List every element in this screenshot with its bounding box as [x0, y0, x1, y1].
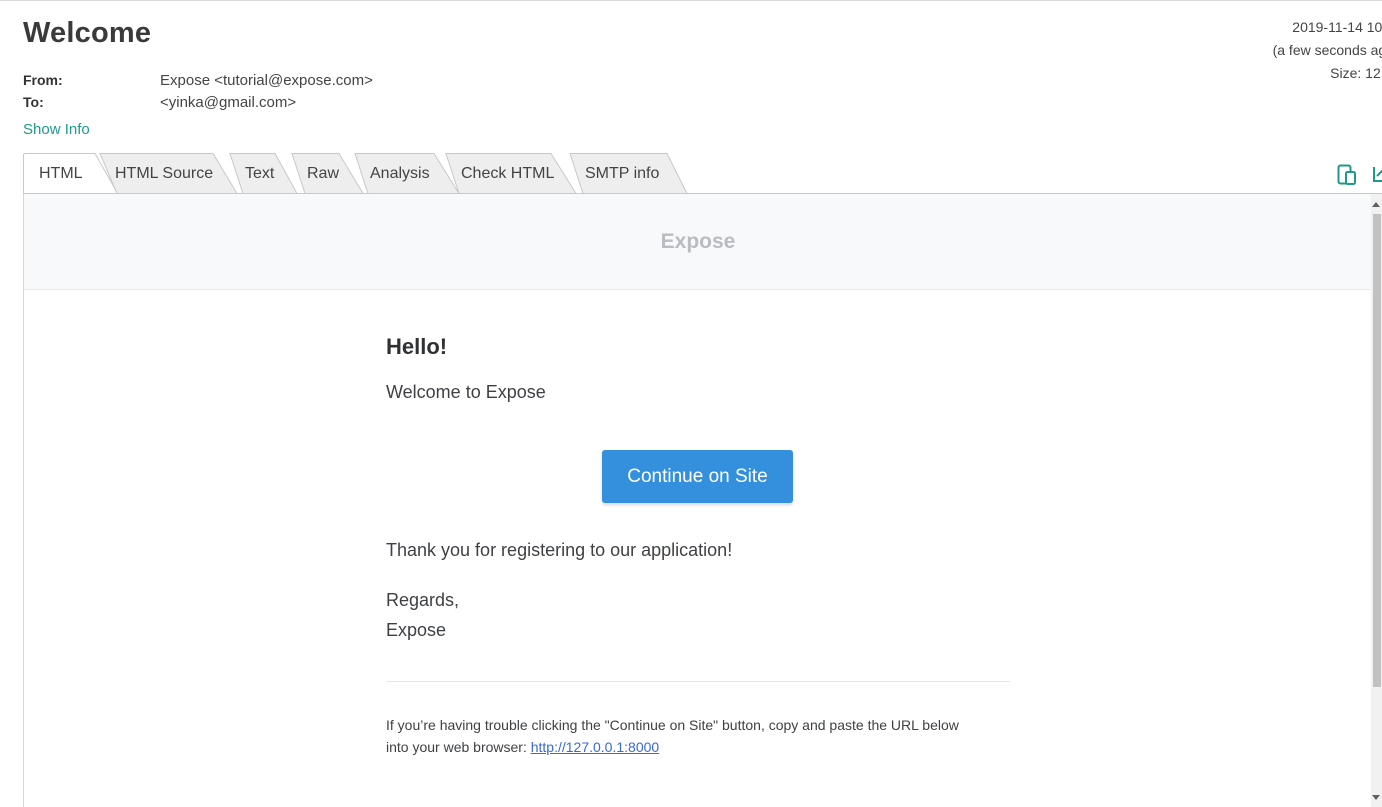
tab-smtp-info-label: SMTP info [585, 164, 660, 182]
email-thanks: Thank you for registering to our applica… [386, 540, 733, 560]
site-url-link[interactable]: http://127.0.0.1:8000 [531, 739, 659, 755]
from-value: Expose <tutorial@expose.com> [160, 72, 373, 89]
view-tabs: HTML HTML Source Text Raw Analysis Check… [23, 153, 1382, 194]
email-brand: Expose [660, 230, 736, 253]
tab-check-html[interactable]: Check HTML [445, 153, 578, 194]
email-subcopy: If you’re having trouble clicking the "C… [386, 714, 1010, 758]
message-meta: 2019-11-14 10:3 (a few seconds ago Size:… [1222, 16, 1382, 85]
top-border [0, 0, 1382, 1]
tab-text[interactable]: Text [229, 153, 299, 194]
email-brand-header: Expose [24, 194, 1372, 290]
from-label: From: [23, 72, 63, 88]
email-intro: Welcome to Expose [386, 382, 546, 402]
to-label: To: [23, 94, 44, 110]
scroll-thumb[interactable] [1373, 214, 1381, 687]
message-relative-time: (a few seconds ago [1272, 42, 1382, 58]
scroll-down-arrow-icon[interactable] [1372, 795, 1380, 800]
preview-scrollbar[interactable] [1371, 194, 1382, 807]
email-signature: Expose [386, 620, 447, 640]
tab-html-source[interactable]: HTML Source [99, 153, 239, 194]
email-greeting: Hello! [386, 334, 448, 359]
tab-text-label: Text [245, 164, 275, 182]
scroll-up-arrow-icon[interactable] [1372, 202, 1380, 207]
message-size: Size: 12 K [1330, 65, 1382, 81]
tab-smtp-info[interactable]: SMTP info [569, 153, 689, 194]
subcopy-line-1: If you’re having trouble clicking the "C… [386, 717, 959, 733]
tab-html-label: HTML [39, 164, 83, 182]
show-info-link[interactable]: Show Info [23, 121, 90, 138]
email-divider [386, 681, 1010, 682]
open-external-icon[interactable] [1373, 164, 1382, 190]
html-preview-pane: Expose Hello! Welcome to Expose Continue… [23, 194, 1382, 807]
tab-check-html-label: Check HTML [461, 164, 555, 182]
subcopy-line-2: into your web browser: [386, 739, 531, 755]
message-date: 2019-11-14 10:3 [1292, 19, 1382, 35]
tab-raw-label: Raw [307, 164, 340, 182]
tab-html-source-label: HTML Source [115, 164, 214, 182]
continue-on-site-button[interactable]: Continue on Site [602, 450, 793, 503]
tab-analysis-label: Analysis [370, 164, 430, 182]
to-value: <yinka@gmail.com> [160, 94, 297, 111]
responsive-view-icon[interactable] [1337, 164, 1357, 190]
email-regards: Regards, [386, 590, 460, 610]
message-subject: Welcome [23, 17, 152, 49]
